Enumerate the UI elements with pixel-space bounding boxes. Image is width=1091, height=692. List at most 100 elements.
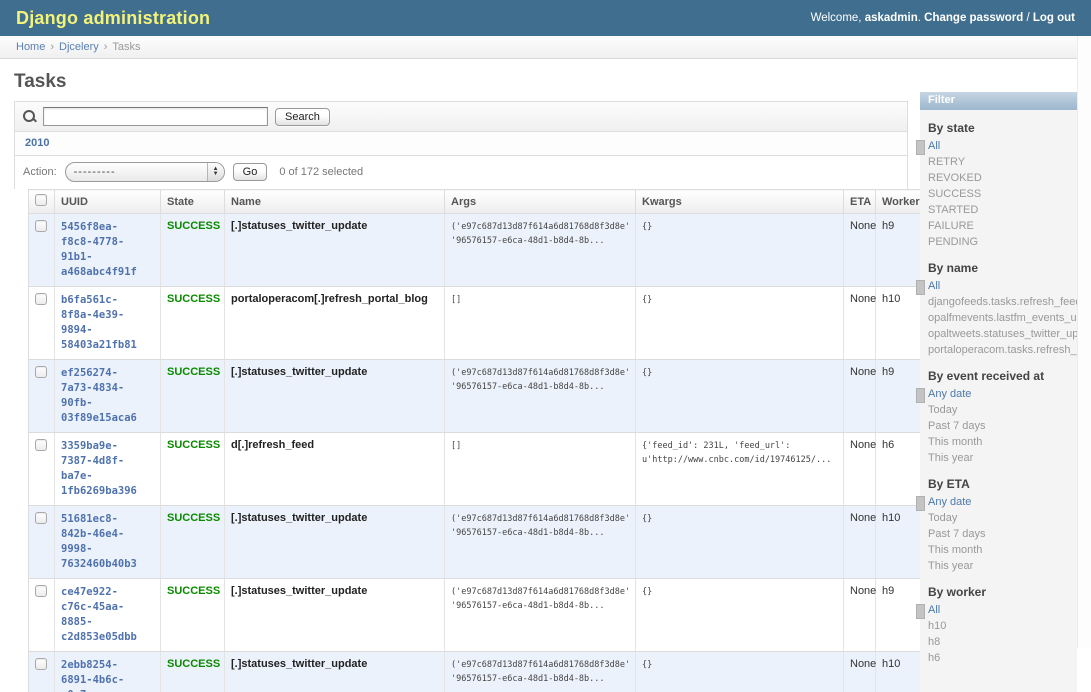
column-header-state[interactable]: State [161,190,225,214]
worker-cell: h6 [876,433,923,506]
task-uuid-link[interactable]: 91b1- [61,250,154,265]
task-uuid-link[interactable]: b6fa561c- [61,293,154,308]
filter-option-link[interactable]: portaloperacom.tasks.refresh_portal [928,344,1077,356]
filter-option-link[interactable]: This year [928,452,973,464]
go-button[interactable]: Go [233,163,268,181]
filter-option-link[interactable]: All [928,604,940,616]
filter-option-link[interactable]: h8 [928,636,940,648]
kwargs-cell: {} [636,506,844,579]
row-checkbox[interactable] [35,366,47,378]
filter-option-link[interactable]: All [928,140,940,152]
filter-option-link[interactable]: h10 [928,620,946,632]
task-uuid-link[interactable]: 9894- [61,323,154,338]
task-uuid-link[interactable]: ba7e- [61,469,154,484]
filter-option-link[interactable]: Any date [928,496,971,508]
breadcrumb-home[interactable]: Home [16,41,45,53]
filter-option-link[interactable]: This month [928,544,982,556]
filter-option-link[interactable]: STARTED [928,204,978,216]
task-uuid-link[interactable]: 7387-4d8f- [61,454,154,469]
row-checkbox[interactable] [35,585,47,597]
task-uuid-link[interactable]: 7632460b40b3 [61,557,154,572]
select-all-checkbox[interactable] [35,194,47,206]
task-uuid-link[interactable]: c76c-45aa- [61,600,154,615]
filter-option-link[interactable]: djangofeeds.tasks.refresh_feed [928,296,1077,308]
row-checkbox[interactable] [35,658,47,670]
select-all-header[interactable] [29,190,55,214]
logout-link[interactable]: Log out [1033,12,1075,24]
task-uuid-link[interactable]: ef256274- [61,366,154,381]
row-select-cell [29,579,55,652]
filter-option-link[interactable]: PENDING [928,236,978,248]
action-select[interactable]: --------- ▲▼ [65,162,225,182]
column-header-eta[interactable]: ETA [844,190,876,214]
column-header-name[interactable]: Name [225,190,445,214]
row-checkbox[interactable] [35,220,47,232]
uuid-cell: ef256274-7a73-4834-90fb-03f89e15aca6 [55,360,161,433]
filter-option-link[interactable]: Today [928,404,957,416]
result-table: UUIDStateNameArgsKwargsETAWorker 5456f8e… [28,189,923,692]
filter-option-link[interactable]: REVOKED [928,172,982,184]
name-cell: portaloperacom[.]refresh_portal_blog [225,287,445,360]
filter-option-link[interactable]: opaltweets.statuses_twitter_update [928,328,1077,340]
filter-option-link[interactable]: This year [928,560,973,572]
task-uuid-link[interactable]: 5456f8ea- [61,220,154,235]
filter-option-link[interactable]: Past 7 days [928,420,985,432]
filter-title: Filter [920,92,1077,110]
filter-option: RETRY [928,154,1077,170]
task-uuid-link[interactable]: f8c8-4778- [61,235,154,250]
filter-option: All [928,278,1077,294]
filter-option-link[interactable]: All [928,280,940,292]
search-button[interactable]: Search [275,108,330,126]
filter-option: djangofeeds.tasks.refresh_feed [928,294,1077,310]
row-select-cell [29,433,55,506]
task-uuid-link[interactable]: 8f8a-4e39- [61,308,154,323]
filter-option: This year [928,558,1077,574]
column-header-uuid[interactable]: UUID [55,190,161,214]
task-uuid-link[interactable]: 9998- [61,542,154,557]
task-uuid-link[interactable]: 3359ba9e- [61,439,154,454]
task-uuid-link[interactable]: a0e7- [61,688,154,692]
filter-option-link[interactable]: Today [928,512,957,524]
row-checkbox[interactable] [35,439,47,451]
task-uuid-link[interactable]: 7a73-4834- [61,381,154,396]
task-uuid-link[interactable]: 8885- [61,615,154,630]
column-header-kwargs[interactable]: Kwargs [636,190,844,214]
column-header-worker[interactable]: Worker [876,190,923,214]
row-checkbox[interactable] [35,293,47,305]
window-scrollbar[interactable] [1077,36,1091,648]
state-cell: SUCCESS [161,433,225,506]
filter-option-link[interactable]: h6 [928,652,940,664]
breadcrumb-current: Tasks [112,41,140,53]
filter-option-link[interactable]: Any date [928,388,971,400]
filter-option-link[interactable]: Past 7 days [928,528,985,540]
filter-option-link[interactable]: opalfmevents.lastfm_events_update [928,312,1077,324]
row-checkbox[interactable] [35,512,47,524]
task-uuid-link[interactable]: 58403a21fb81 [61,338,154,353]
filter-option-link[interactable]: This month [928,436,982,448]
filter-option-link[interactable]: RETRY [928,156,965,168]
task-uuid-link[interactable]: c2d853e05dbb [61,630,154,645]
task-uuid-link[interactable]: 842b-46e4- [61,527,154,542]
breadcrumb-app[interactable]: Djcelery [59,41,99,53]
column-header-args[interactable]: Args [445,190,636,214]
task-uuid-link[interactable]: 2ebb8254- [61,658,154,673]
filter-option: All [928,138,1077,154]
uuid-cell: 3359ba9e-7387-4d8f-ba7e-1fb6269ba396 [55,433,161,506]
filter-option: SUCCESS [928,186,1077,202]
task-uuid-link[interactable]: 90fb- [61,396,154,411]
date-hierarchy-year-link[interactable]: 2010 [25,137,49,149]
table-row: 51681ec8-842b-46e4-9998-7632460b40b3SUCC… [29,506,923,579]
filter-option: opalfmevents.lastfm_events_update [928,310,1077,326]
task-uuid-link[interactable]: 51681ec8- [61,512,154,527]
task-uuid-link[interactable]: 1fb6269ba396 [61,484,154,499]
task-uuid-link[interactable]: a468abc4f91f [61,265,154,280]
filter-option: Past 7 days [928,526,1077,542]
search-input[interactable] [43,107,268,126]
task-uuid-link[interactable]: ce47e922- [61,585,154,600]
change-password-link[interactable]: Change password [924,12,1023,24]
filter-option-link[interactable]: FAILURE [928,220,974,232]
eta-cell: None [844,506,876,579]
filter-option-link[interactable]: SUCCESS [928,188,981,200]
task-uuid-link[interactable]: 03f89e15aca6 [61,411,154,426]
task-uuid-link[interactable]: 6891-4b6c- [61,673,154,688]
